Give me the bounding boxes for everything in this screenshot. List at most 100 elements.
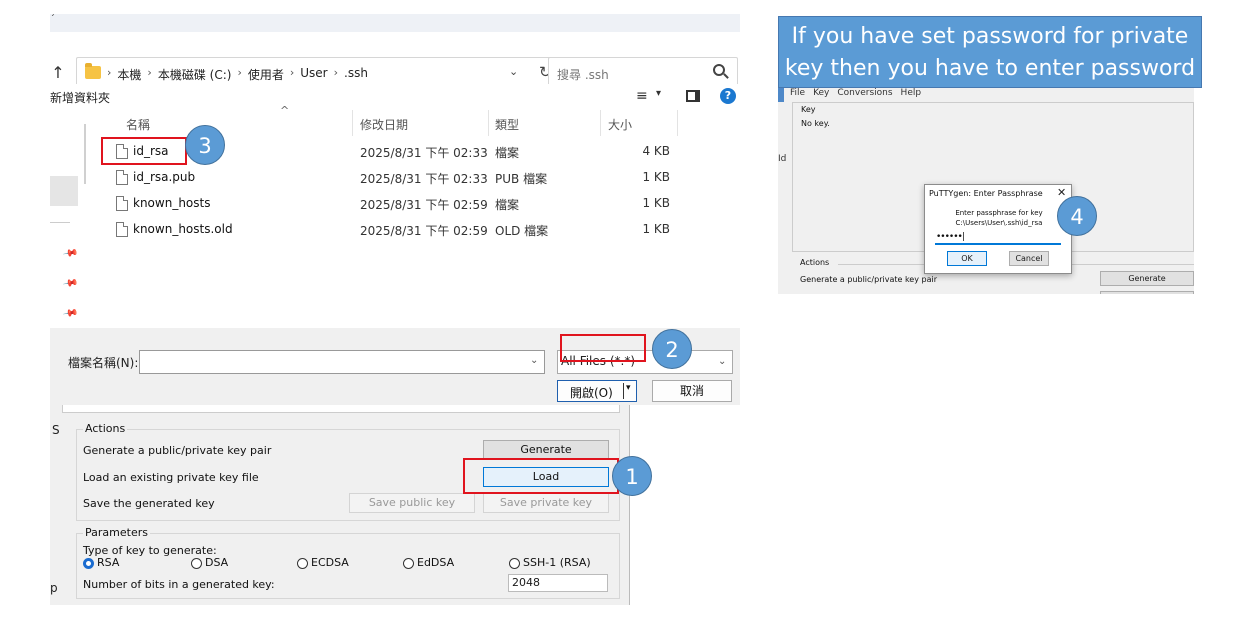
file-type: OLD 檔案 [495, 224, 549, 238]
chevron-down-icon[interactable]: ⌄ [718, 356, 726, 367]
dialog-toolbar: 新增資料夾 ≡ ▾ ? [50, 84, 740, 110]
radio-indicator [509, 558, 520, 569]
nav-pane-scrollbar[interactable] [84, 124, 86, 184]
instruction-callout: If you have set password for private key… [778, 16, 1202, 88]
cancel-button[interactable]: 取消 [652, 380, 732, 402]
generate-button[interactable]: Generate [483, 440, 609, 460]
parameters-title: Parameters [83, 526, 150, 539]
breadcrumb: › 本機 › 本機磁碟 (C:) › 使用者 › User › .ssh [107, 66, 368, 83]
radio-eddsa[interactable]: EdDSA [403, 556, 463, 570]
sort-ascending-icon: ^ [280, 104, 290, 117]
menu-item-key[interactable]: Key [813, 88, 829, 98]
file-name: id_rsa.pub [133, 170, 196, 184]
filename-dropdown-icon[interactable]: ⌄ [530, 355, 538, 366]
column-header-size[interactable]: 大小 [608, 116, 632, 133]
new-folder-button[interactable]: 新增資料夾 [50, 89, 110, 106]
file-icon [116, 170, 128, 185]
search-icon[interactable] [713, 64, 725, 76]
step-badge-3: 3 [185, 125, 225, 165]
radio-ecdsa[interactable]: ECDSA [297, 556, 357, 570]
radio-label: DSA [205, 556, 229, 569]
actions-title: Actions [83, 422, 128, 435]
radio-ssh1-rsa[interactable]: SSH-1 (RSA) [509, 556, 599, 570]
file-row-id-rsa-pub[interactable]: id_rsa.pub 2025/8/31 下午 02:33 PUB 檔案 1 K… [94, 165, 740, 191]
navigation-pane: 📌 📌 📌 [50, 110, 94, 330]
breadcrumb-item-ssh[interactable]: .ssh [344, 66, 368, 83]
folder-icon [85, 63, 101, 79]
menu-bar: File Key Conversions Help [790, 88, 921, 98]
cancel-button[interactable]: Cancel [1009, 251, 1049, 266]
breadcrumb-separator: › [289, 66, 295, 79]
save-private-key-button[interactable]: Save private key [483, 493, 609, 513]
callout-line-2: key then you have to enter password [784, 56, 1196, 81]
key-area-edge [62, 405, 620, 413]
generate-button[interactable]: Generate [1100, 271, 1194, 286]
passphrase-prompt: Enter passphrase for key [955, 209, 1043, 217]
radio-rsa[interactable]: RSA [83, 556, 133, 570]
bits-input[interactable]: 2048 [508, 574, 608, 592]
file-name: known_hosts.old [133, 222, 233, 236]
preview-pane-icon[interactable] [686, 90, 700, 102]
load-button-partial[interactable] [1100, 291, 1194, 294]
column-header-name[interactable]: 名稱 [126, 116, 150, 133]
file-row-known-hosts[interactable]: known_hosts 2025/8/31 下午 02:59 檔案 1 KB [94, 191, 740, 217]
file-date: 2025/8/31 下午 02:33 [360, 172, 488, 186]
step-badge-4: 4 [1057, 196, 1097, 236]
passphrase-input[interactable]: ••••••| [935, 231, 1061, 245]
file-size: 1 KB [642, 170, 670, 184]
file-size: 1 KB [642, 222, 670, 236]
file-size: 4 KB [642, 144, 670, 158]
file-row-known-hosts-old[interactable]: known_hosts.old 2025/8/31 下午 02:59 OLD 檔… [94, 217, 740, 243]
column-divider[interactable] [352, 110, 353, 136]
open-button[interactable]: 開啟(O) ▾ [557, 380, 637, 402]
side-text-fragment: p [50, 581, 58, 595]
save-public-key-button[interactable]: Save public key [349, 493, 475, 513]
load-label: Load an existing private key file [83, 471, 259, 484]
file-icon [116, 196, 128, 211]
view-options-icon[interactable]: ≡ [636, 88, 648, 104]
address-dropdown-icon[interactable]: ⌄ [509, 65, 518, 78]
filename-input[interactable] [139, 350, 545, 374]
breadcrumb-separator: › [237, 66, 242, 79]
column-header-type[interactable]: 類型 [495, 116, 519, 133]
menu-item-conversions[interactable]: Conversions [837, 88, 892, 98]
column-divider[interactable] [677, 110, 678, 136]
pin-icon[interactable]: 📌 [62, 245, 79, 261]
file-date: 2025/8/31 下午 02:33 [360, 146, 488, 160]
highlight-file-id-rsa [101, 137, 187, 165]
breadcrumb-item-user[interactable]: User [300, 66, 327, 83]
step-badge-1: 1 [612, 456, 652, 496]
puttygen-main-window: S p Actions Generate a public/private ke… [50, 405, 740, 605]
column-divider[interactable] [488, 110, 489, 136]
menu-item-file[interactable]: File [790, 88, 805, 98]
ok-button[interactable]: OK [947, 251, 987, 266]
up-arrow-icon[interactable]: ↑ [50, 63, 66, 82]
breadcrumb-item-this-pc[interactable]: 本機 [117, 66, 141, 83]
pin-icon[interactable]: 📌 [62, 305, 79, 321]
side-text-fragment: Id [778, 154, 787, 164]
side-text-fragment: S [52, 423, 60, 437]
highlight-file-filter [560, 334, 646, 362]
column-divider[interactable] [600, 110, 601, 136]
help-icon[interactable]: ? [720, 88, 736, 104]
callout-line-1: If you have set password for private [791, 24, 1189, 49]
menu-item-help[interactable]: Help [901, 88, 922, 98]
view-dropdown-icon[interactable]: ▾ [656, 88, 661, 99]
actions-title: Actions [800, 258, 830, 267]
open-button-label: 開啟(O) [570, 386, 613, 400]
breadcrumb-separator: › [333, 66, 339, 79]
close-icon[interactable]: ✕ [1057, 186, 1066, 199]
pin-icon[interactable]: 📌 [62, 275, 79, 291]
dialog-top-strip: ˊ [50, 14, 740, 32]
breadcrumb-item-users[interactable]: 使用者 [248, 66, 284, 83]
breadcrumb-item-local-disk[interactable]: 本機磁碟 (C:) [158, 66, 232, 83]
open-split-dropdown-icon[interactable]: ▾ [623, 383, 636, 399]
key-file-path: C:\Users\User\.ssh\id_rsa [955, 219, 1043, 227]
radio-dsa[interactable]: DSA [191, 556, 241, 570]
file-size: 1 KB [642, 196, 670, 210]
column-header-date[interactable]: 修改日期 [360, 116, 408, 133]
highlight-load-button [463, 458, 619, 494]
radio-label: ECDSA [311, 556, 349, 569]
puttygen-body: S p Actions Generate a public/private ke… [50, 405, 630, 605]
nav-item-selected[interactable] [50, 176, 78, 206]
